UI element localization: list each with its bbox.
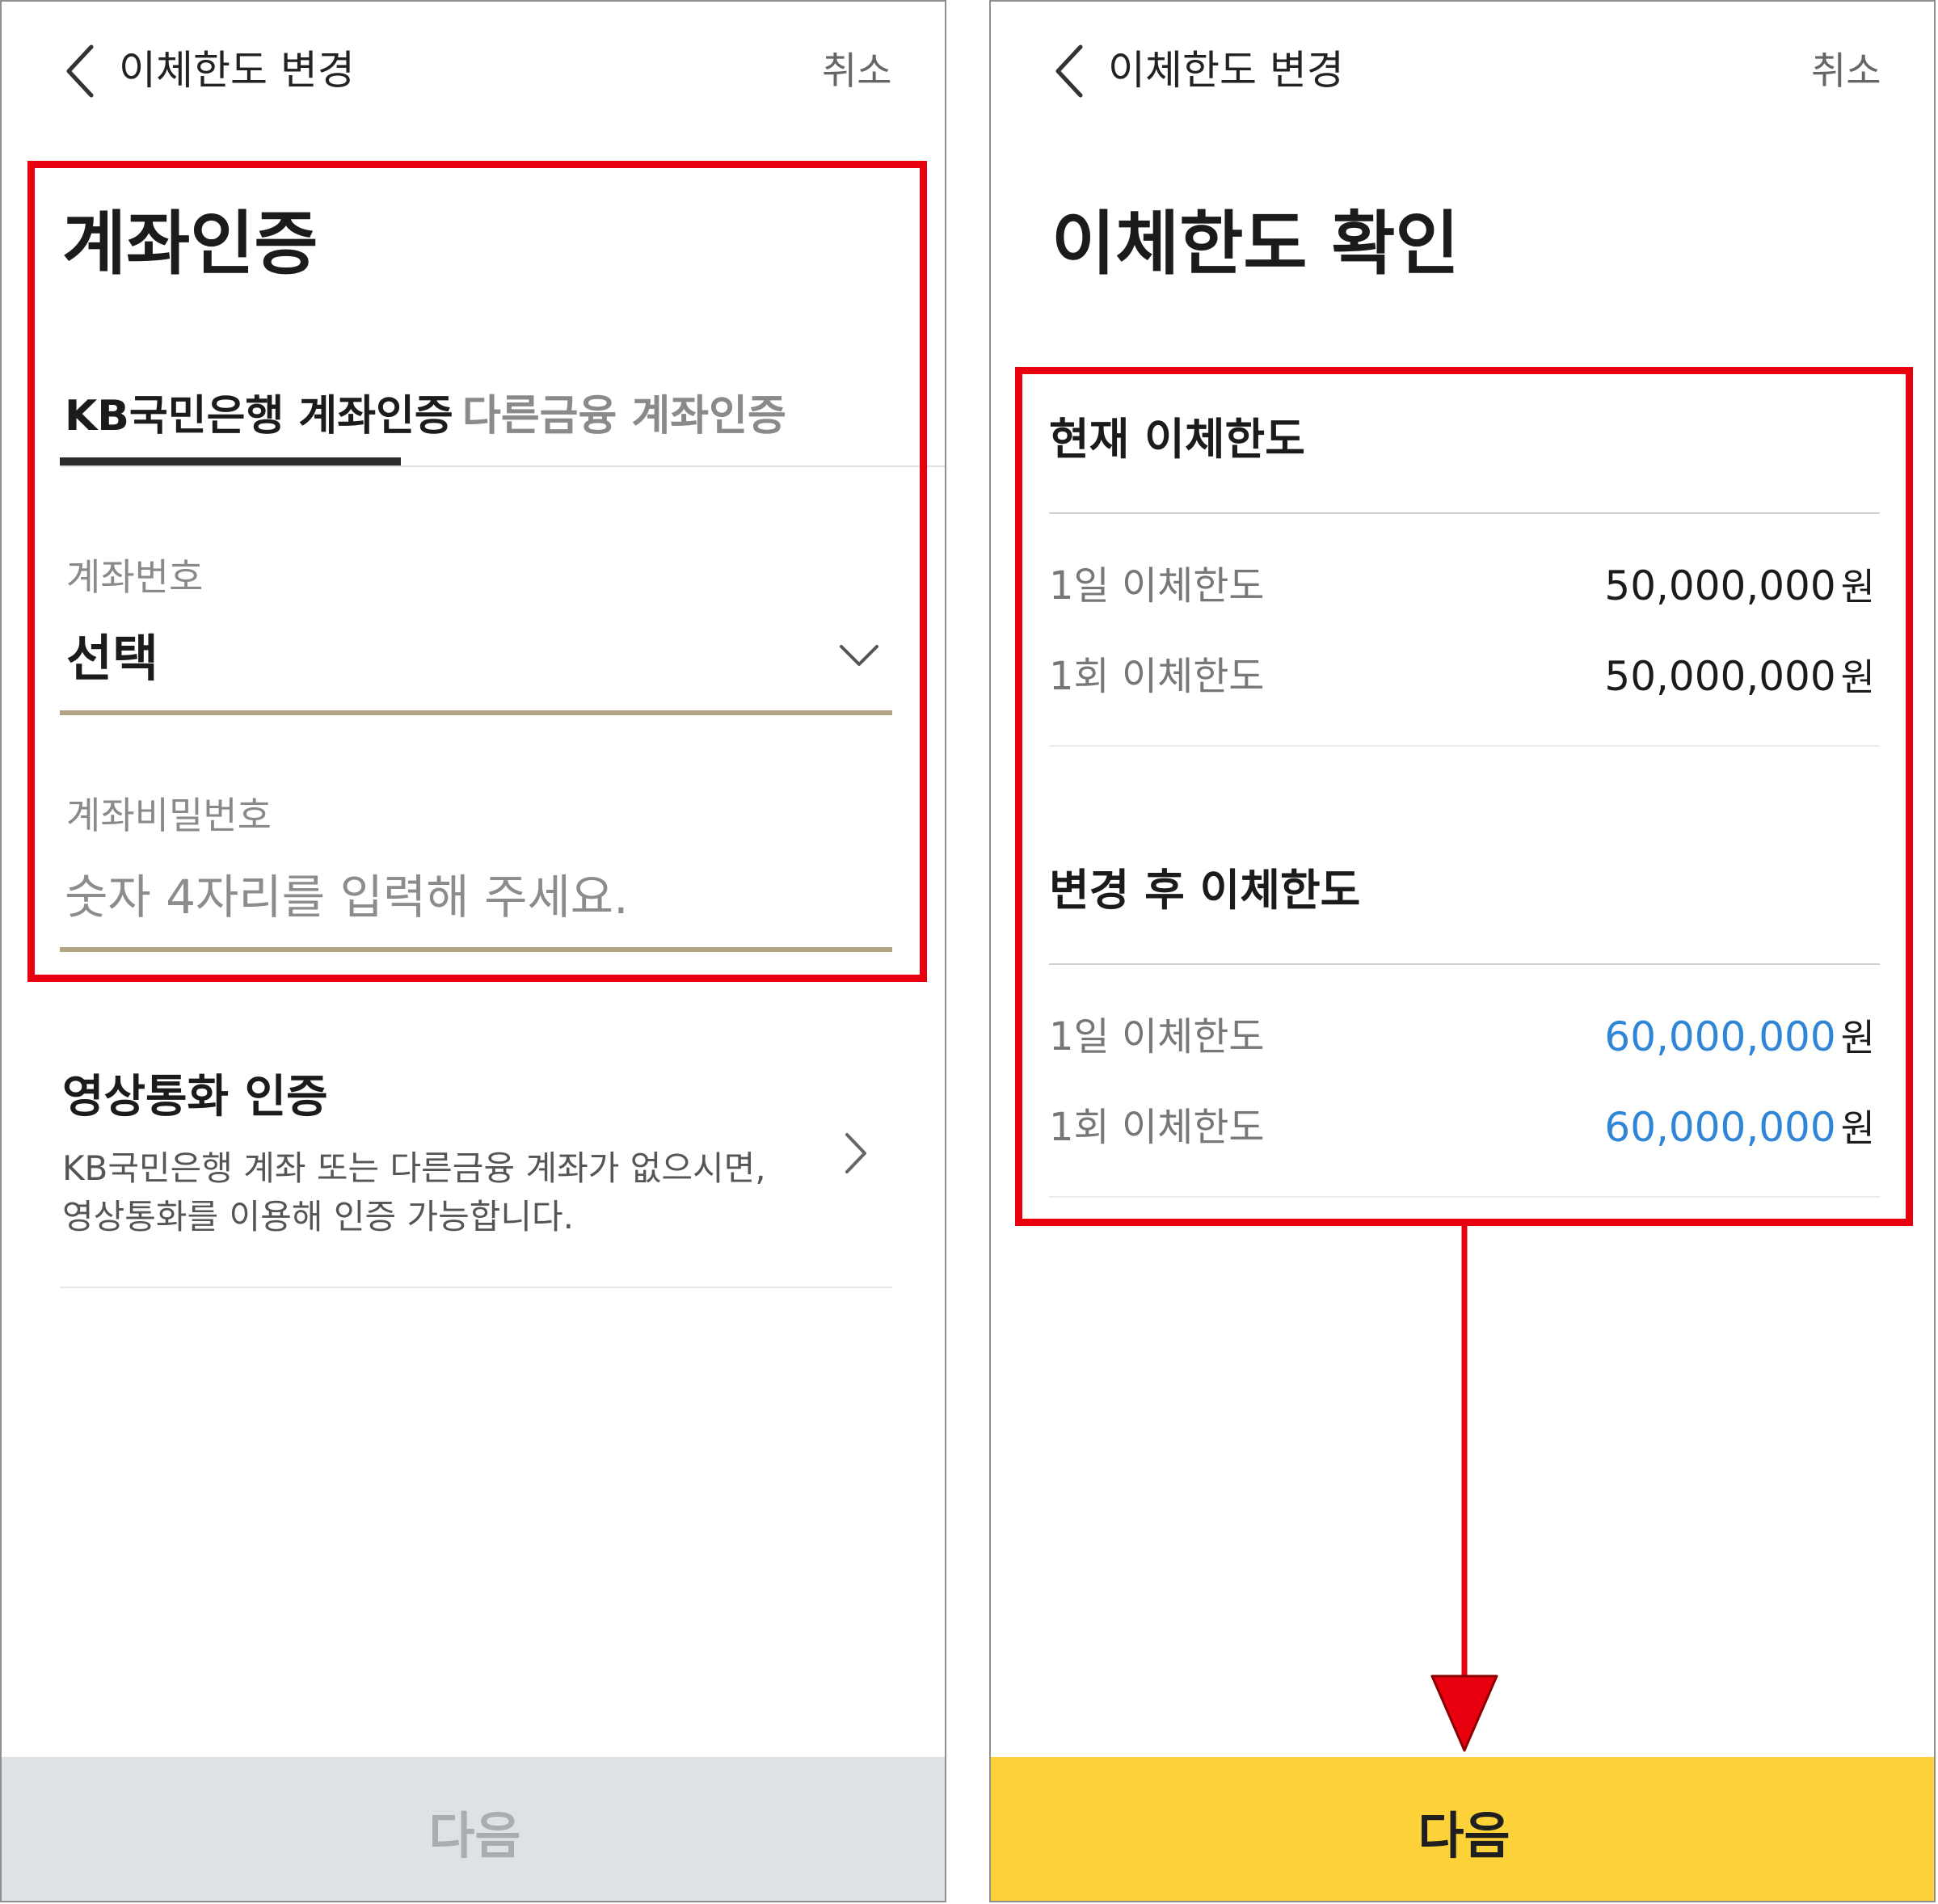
page-title: 이체한도 확인 bbox=[1051, 204, 1460, 284]
back-arrow-icon[interactable] bbox=[62, 42, 99, 100]
cancel-button[interactable]: 취소 bbox=[822, 44, 891, 100]
highlight-box-account-verification bbox=[27, 161, 927, 982]
video-call-description-line1: KB국민은행 계좌 또는 다른금융 계좌가 없으시면, bbox=[62, 1148, 766, 1188]
cancel-button[interactable]: 취소 bbox=[1811, 44, 1881, 100]
chevron-right-icon[interactable] bbox=[842, 1131, 870, 1175]
video-call-description-line2: 영상통화를 이용해 인증 가능합니다. bbox=[62, 1197, 575, 1236]
highlight-box-limit-summary bbox=[1015, 367, 1913, 1226]
next-button[interactable]: 다음 bbox=[991, 1757, 1934, 1901]
back-arrow-icon[interactable] bbox=[1051, 42, 1089, 100]
next-button-disabled[interactable]: 다음 bbox=[2, 1757, 945, 1901]
header-title: 이체한도 변경 bbox=[1108, 47, 1344, 94]
video-call-verification-title[interactable]: 영상통화 인증 bbox=[62, 1068, 328, 1127]
video-call-divider bbox=[60, 1287, 892, 1288]
account-verification-screen: 이체한도 변경 취소 계좌인증 KB국민은행 계좌인증 다른금융 계좌인증 계좌… bbox=[0, 0, 946, 1902]
header-title: 이체한도 변경 bbox=[119, 47, 355, 94]
limit-confirmation-screen: 이체한도 변경 취소 이체한도 확인 현재 이체한도 1일 이체한도 50,00… bbox=[989, 0, 1936, 1902]
